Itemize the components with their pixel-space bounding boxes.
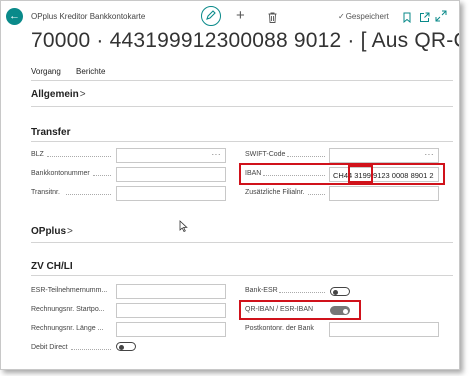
pencil-icon <box>206 10 216 20</box>
action-berichte[interactable]: Berichte <box>76 67 105 76</box>
divider <box>31 80 453 81</box>
postkontonr-field[interactable] <box>329 322 439 337</box>
edit-button[interactable] <box>201 6 221 26</box>
qr-iban-highlight-box <box>239 300 361 320</box>
trash-icon <box>268 12 277 23</box>
zusaetzliche-filialnr-label: Zusätzliche Filialnr. <box>245 189 305 196</box>
new-record-button[interactable]: + <box>236 8 245 23</box>
bankkontonummer-label: Bankkontonummer <box>31 170 90 177</box>
bank-esr-toggle[interactable] <box>330 287 350 296</box>
transitnr-field[interactable] <box>116 186 226 201</box>
page-title: 70000 · 443199912300088 9012 · [ Aus QR-… <box>31 29 459 52</box>
zusaetzliche-filialnr-field[interactable] <box>329 186 439 201</box>
open-new-window-button[interactable] <box>419 10 430 28</box>
divider <box>31 141 453 142</box>
back-button[interactable]: ← <box>6 8 23 25</box>
bookmark-button[interactable] <box>403 10 411 28</box>
expand-button[interactable] <box>435 9 447 27</box>
postkontonr-label: Postkontonr. der Bank <box>245 325 314 332</box>
chevron-right-icon: > <box>67 226 73 237</box>
esr-teilnehmernummer-field[interactable] <box>116 284 226 299</box>
divider <box>31 275 453 276</box>
blz-field[interactable]: ··· <box>116 148 226 163</box>
debit-direct-toggle[interactable] <box>116 342 136 351</box>
debit-direct-label: Debit Direct <box>31 344 68 351</box>
saved-status: ✓Gespeichert <box>338 12 389 21</box>
divider <box>31 242 453 243</box>
popout-icon <box>420 12 430 22</box>
bookmark-icon <box>403 12 411 24</box>
checkmark-icon: ✓ <box>338 12 345 21</box>
action-bar: Vorgang Berichte <box>31 67 118 76</box>
toolbar: + ✓Gespeichert <box>201 6 451 26</box>
section-allgemein[interactable]: Allgemein> <box>31 89 86 100</box>
bank-esr-label: Bank-ESR <box>245 287 278 294</box>
section-transfer[interactable]: Transfer <box>31 127 70 138</box>
chevron-right-icon: > <box>79 89 86 100</box>
mouse-cursor-icon <box>179 220 188 232</box>
page-kicker: OPplus Kreditor Bankkontokarte <box>31 12 146 21</box>
action-vorgang[interactable]: Vorgang <box>31 67 61 76</box>
delete-button[interactable] <box>268 10 277 28</box>
bankkontonummer-field[interactable] <box>116 167 226 182</box>
iban-highlight-box <box>239 163 445 185</box>
more-options-icon[interactable]: ··· <box>212 150 222 159</box>
swift-code-field[interactable]: ··· <box>329 148 439 163</box>
rechnungsnr-startpos-label: Rechnungsnr. Startpo... <box>31 306 105 313</box>
bank-account-card-window: ← OPplus Kreditor Bankkontokarte + ✓Gesp… <box>0 0 460 370</box>
section-opplus[interactable]: OPplus> <box>31 226 73 237</box>
more-options-icon[interactable]: ··· <box>425 150 435 159</box>
rechnungsnr-startpos-field[interactable] <box>116 303 226 318</box>
rechnungsnr-laenge-field[interactable] <box>116 322 226 337</box>
section-zv-ch-li[interactable]: ZV CH/LI <box>31 261 73 272</box>
swift-code-label: SWIFT-Code <box>245 151 286 158</box>
transitnr-label: Transitnr. <box>31 189 60 196</box>
blz-label: BLZ <box>31 151 44 158</box>
esr-teilnehmernummer-label: ESR-Teilnehmernumm... <box>31 287 108 294</box>
divider <box>31 106 453 107</box>
expand-icon <box>435 10 447 22</box>
rechnungsnr-laenge-label: Rechnungsnr. Länge ... <box>31 325 104 332</box>
iban-digits-highlight-box <box>348 165 373 183</box>
